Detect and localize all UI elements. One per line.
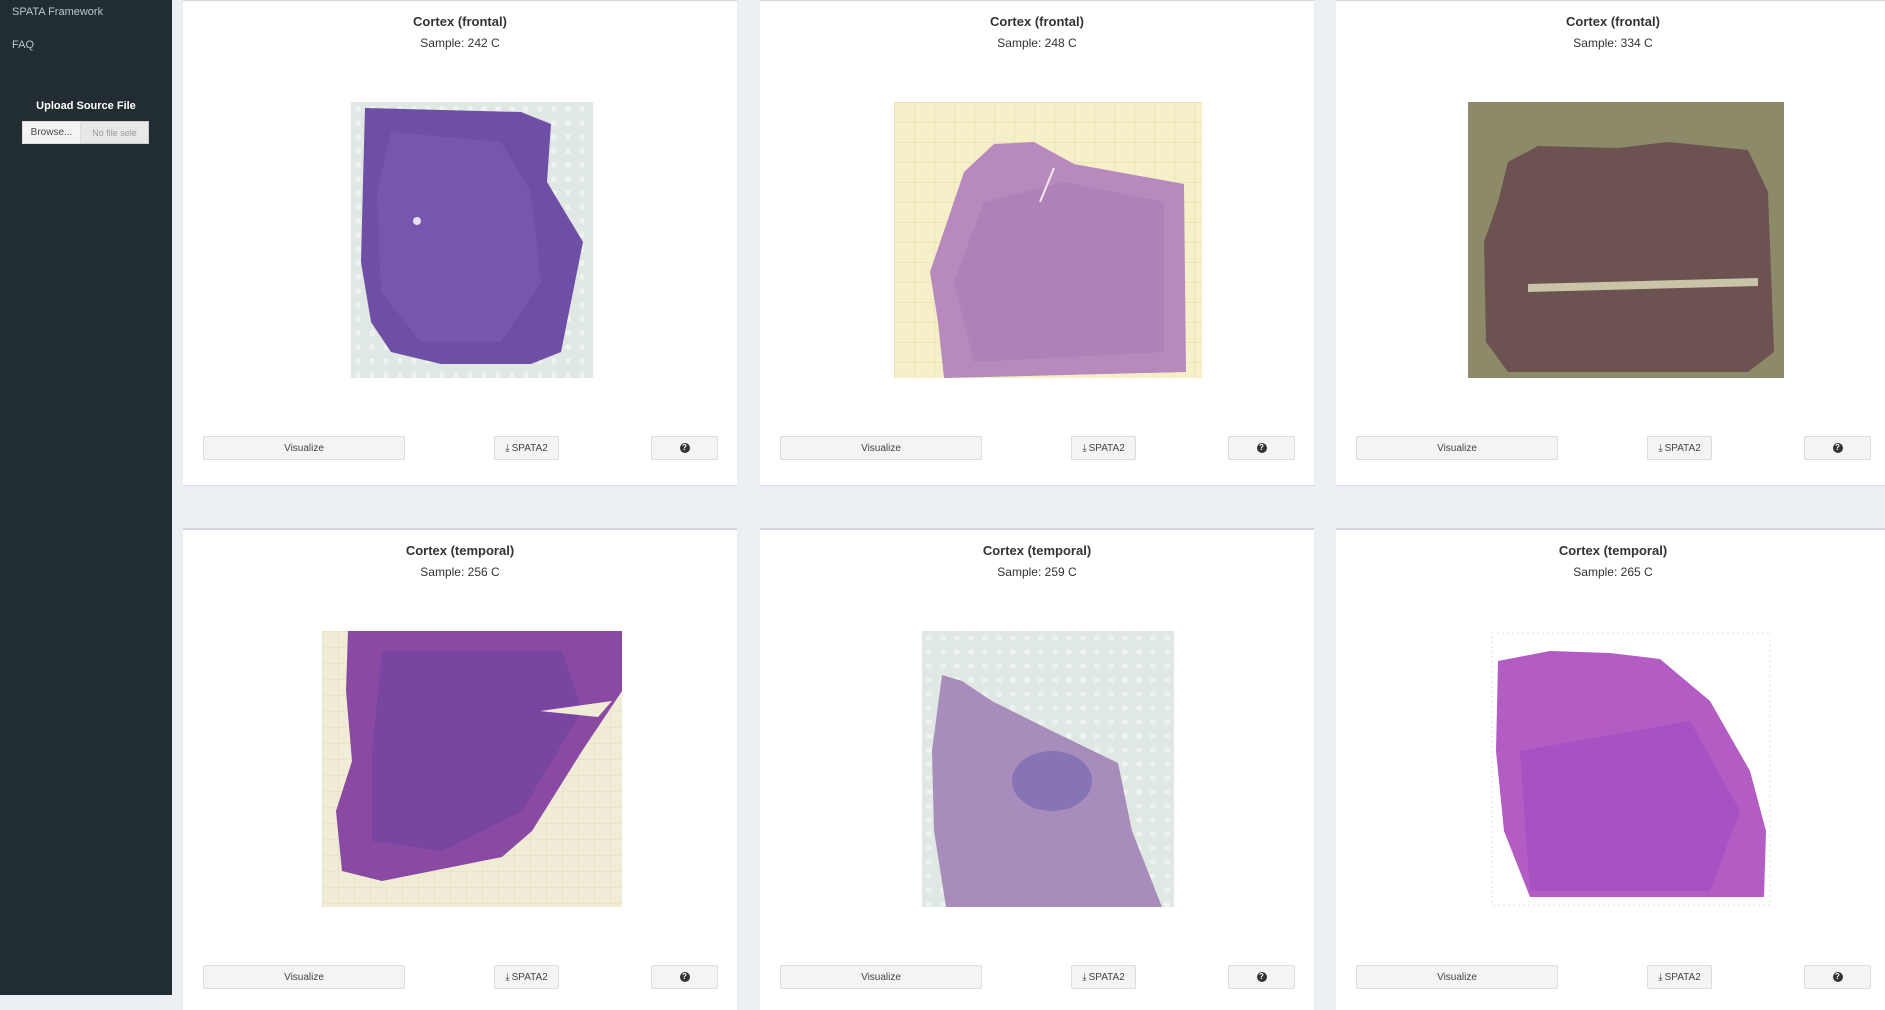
question-circle-icon: ? (1256, 443, 1267, 453)
download-spata2-button[interactable]: ⤓ SPATA2 (494, 436, 559, 460)
sidebar-item-faq[interactable]: FAQ (12, 39, 34, 51)
sample-card: Cortex (temporal) Sample: 256 C Visualiz… (183, 528, 737, 1010)
download-icon: ⤓ (1082, 442, 1087, 454)
browse-button[interactable]: Browse... (22, 121, 81, 144)
download-label: SPATA2 (1088, 971, 1125, 983)
visualize-button[interactable]: Visualize (780, 965, 982, 989)
download-label: SPATA2 (1664, 971, 1701, 983)
download-label: SPATA2 (1664, 442, 1701, 454)
download-icon: ⤓ (505, 971, 510, 983)
card-title: Cortex (frontal) (990, 14, 1084, 29)
card-title: Cortex (frontal) (1566, 14, 1660, 29)
download-label: SPATA2 (511, 971, 548, 983)
sample-card: Cortex (frontal) Sample: 248 C Visualize… (760, 0, 1314, 485)
sample-card: Cortex (frontal) Sample: 242 C Visualize… (183, 0, 737, 485)
download-spata2-button[interactable]: ⤓ SPATA2 (1071, 436, 1136, 460)
help-button[interactable]: ? (1804, 436, 1871, 460)
download-spata2-button[interactable]: ⤓ SPATA2 (1071, 965, 1136, 989)
question-circle-icon: ? (1832, 443, 1843, 453)
download-spata2-button[interactable]: ⤓ SPATA2 (494, 965, 559, 989)
download-spata2-button[interactable]: ⤓ SPATA2 (1647, 965, 1712, 989)
file-name-field[interactable]: No file sele (81, 121, 149, 144)
question-circle-icon: ? (679, 443, 690, 453)
visualize-button[interactable]: Visualize (780, 436, 982, 460)
tissue-image (1468, 102, 1784, 378)
tissue-image (351, 102, 593, 378)
download-label: SPATA2 (511, 442, 548, 454)
card-sample: Sample: 256 C (420, 565, 500, 579)
help-button[interactable]: ? (1228, 965, 1295, 989)
visualize-button[interactable]: Visualize (1356, 965, 1558, 989)
question-circle-icon: ? (1832, 972, 1843, 982)
sample-card: Cortex (temporal) Sample: 265 C Visualiz… (1336, 528, 1885, 1010)
question-circle-icon: ? (1256, 972, 1267, 982)
sidebar-item-spata-framework[interactable]: SPATA Framework (12, 6, 103, 18)
visualize-button[interactable]: Visualize (1356, 436, 1558, 460)
help-button[interactable]: ? (651, 965, 718, 989)
card-title: Cortex (frontal) (413, 14, 507, 29)
download-label: SPATA2 (1088, 442, 1125, 454)
tissue-image (1490, 631, 1772, 907)
download-icon: ⤓ (1082, 971, 1087, 983)
file-upload-input[interactable]: Browse... No file sele (22, 121, 149, 144)
card-title: Cortex (temporal) (405, 543, 515, 558)
download-icon: ⤓ (505, 442, 510, 454)
download-spata2-button[interactable]: ⤓ SPATA2 (1647, 436, 1712, 460)
card-sample: Sample: 259 C (997, 565, 1077, 579)
tissue-image (894, 102, 1202, 378)
card-sample: Sample: 242 C (420, 36, 500, 50)
upload-title: Upload Source File (36, 100, 136, 112)
question-circle-icon: ? (679, 972, 690, 982)
tissue-image (922, 631, 1174, 907)
sample-card: Cortex (frontal) Sample: 334 C Visualize… (1336, 0, 1885, 485)
card-title: Cortex (temporal) (1558, 543, 1668, 558)
visualize-button[interactable]: Visualize (203, 436, 405, 460)
download-icon: ⤓ (1658, 971, 1663, 983)
sample-card: Cortex (temporal) Sample: 259 C Visualiz… (760, 528, 1314, 1010)
tissue-image (322, 631, 622, 907)
help-button[interactable]: ? (1804, 965, 1871, 989)
help-button[interactable]: ? (651, 436, 718, 460)
card-sample: Sample: 265 C (1573, 565, 1653, 579)
help-button[interactable]: ? (1228, 436, 1295, 460)
visualize-button[interactable]: Visualize (203, 965, 405, 989)
card-title: Cortex (temporal) (982, 543, 1092, 558)
card-sample: Sample: 248 C (997, 36, 1077, 50)
download-icon: ⤓ (1658, 442, 1663, 454)
sidebar: SPATA Framework FAQ Upload Source File B… (0, 0, 172, 995)
card-sample: Sample: 334 C (1573, 36, 1653, 50)
